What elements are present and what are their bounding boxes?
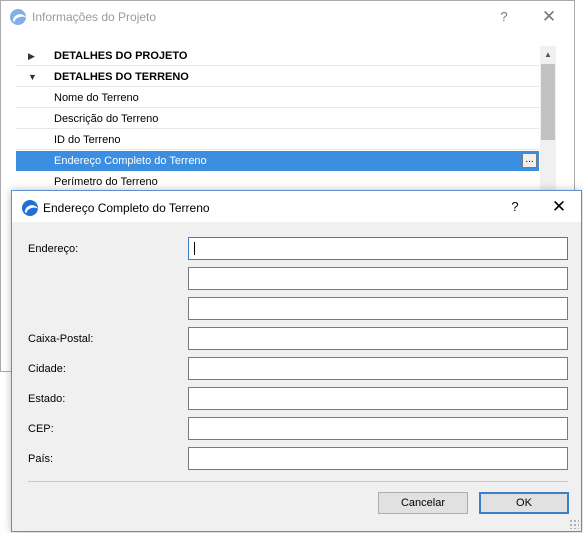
browse-button[interactable]: ... bbox=[522, 153, 537, 168]
city-input[interactable] bbox=[188, 357, 568, 380]
tree-scrollbar[interactable]: ▲ bbox=[540, 46, 556, 191]
dialog-titlebar: Endereço Completo do Terreno ? ✕ bbox=[12, 191, 581, 222]
tree-header-site-details[interactable]: ▼ DETALHES DO TERRENO bbox=[16, 67, 539, 87]
dialog-separator bbox=[28, 481, 568, 482]
tree-item-label: Endereço Completo do Terreno bbox=[54, 155, 207, 167]
project-info-tree: ▶ DETALHES DO PROJETO ▼ DETALHES DO TERR… bbox=[16, 46, 541, 192]
triangle-right-icon[interactable]: ▶ bbox=[28, 46, 35, 66]
ok-button[interactable]: OK bbox=[479, 492, 569, 514]
app-logo-icon bbox=[22, 200, 38, 216]
tree-item-label: Descrição do Terreno bbox=[54, 113, 159, 125]
cancel-button[interactable]: Cancelar bbox=[378, 492, 468, 514]
address-line3-input[interactable] bbox=[188, 297, 568, 320]
site-address-dialog: Endereço Completo do Terreno ? ✕ Endereç… bbox=[11, 190, 582, 532]
help-button[interactable]: ? bbox=[489, 2, 519, 32]
tree-item-label: Nome do Terreno bbox=[54, 92, 139, 104]
zip-label: CEP: bbox=[28, 423, 54, 435]
app-logo-icon bbox=[10, 9, 26, 25]
city-label: Cidade: bbox=[28, 363, 66, 375]
tree-item-site-full-address[interactable]: Endereço Completo do Terreno ... bbox=[16, 151, 539, 171]
zip-input[interactable] bbox=[188, 417, 568, 440]
resize-grip[interactable] bbox=[569, 519, 579, 529]
postal-box-input[interactable] bbox=[188, 327, 568, 350]
dialog-title: Endereço Completo do Terreno bbox=[43, 201, 210, 215]
tree-header-label: DETALHES DO PROJETO bbox=[54, 50, 188, 62]
address-label: Endereço: bbox=[28, 243, 79, 255]
state-label: Estado: bbox=[28, 393, 66, 405]
state-input[interactable] bbox=[188, 387, 568, 410]
tree-item-site-id[interactable]: ID do Terreno bbox=[16, 130, 539, 150]
address-line1-input[interactable] bbox=[188, 237, 568, 260]
country-label: País: bbox=[28, 453, 54, 465]
project-info-title: Informações do Projeto bbox=[32, 10, 157, 24]
triangle-down-icon[interactable]: ▼ bbox=[28, 67, 37, 87]
close-button[interactable]: ✕ bbox=[534, 2, 564, 32]
tree-header-project-details[interactable]: ▶ DETALHES DO PROJETO bbox=[16, 46, 539, 66]
address-line2-input[interactable] bbox=[188, 267, 568, 290]
tree-item-site-perimeter[interactable]: Perímetro do Terreno bbox=[16, 172, 539, 192]
postal-box-label: Caixa-Postal: bbox=[28, 333, 94, 345]
tree-item-label: ID do Terreno bbox=[54, 134, 121, 146]
scrollbar-thumb[interactable] bbox=[541, 64, 555, 140]
dialog-close-button[interactable]: ✕ bbox=[544, 192, 574, 222]
tree-item-site-name[interactable]: Nome do Terreno bbox=[16, 88, 539, 108]
tree-item-label: Perímetro do Terreno bbox=[54, 176, 158, 188]
tree-header-label: DETALHES DO TERRENO bbox=[54, 71, 189, 83]
text-caret bbox=[194, 242, 195, 255]
scroll-up-arrow-icon[interactable]: ▲ bbox=[540, 46, 556, 63]
tree-item-site-description[interactable]: Descrição do Terreno bbox=[16, 109, 539, 129]
dialog-help-button[interactable]: ? bbox=[500, 192, 530, 222]
country-input[interactable] bbox=[188, 447, 568, 470]
project-info-titlebar: Informações do Projeto ? ✕ bbox=[1, 1, 574, 33]
